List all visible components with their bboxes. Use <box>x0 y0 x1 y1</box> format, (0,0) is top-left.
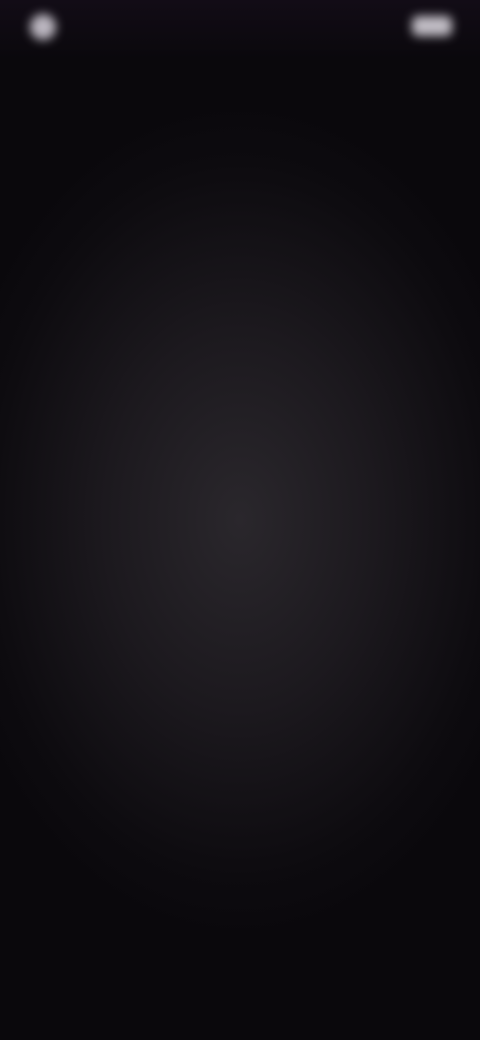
status-left <box>30 14 66 40</box>
status-bar <box>0 0 480 60</box>
screen <box>0 0 480 1040</box>
camera-indicator-icon <box>30 14 56 40</box>
status-right <box>402 16 452 36</box>
blurred-message <box>50 468 430 486</box>
battery-icon <box>412 16 452 36</box>
